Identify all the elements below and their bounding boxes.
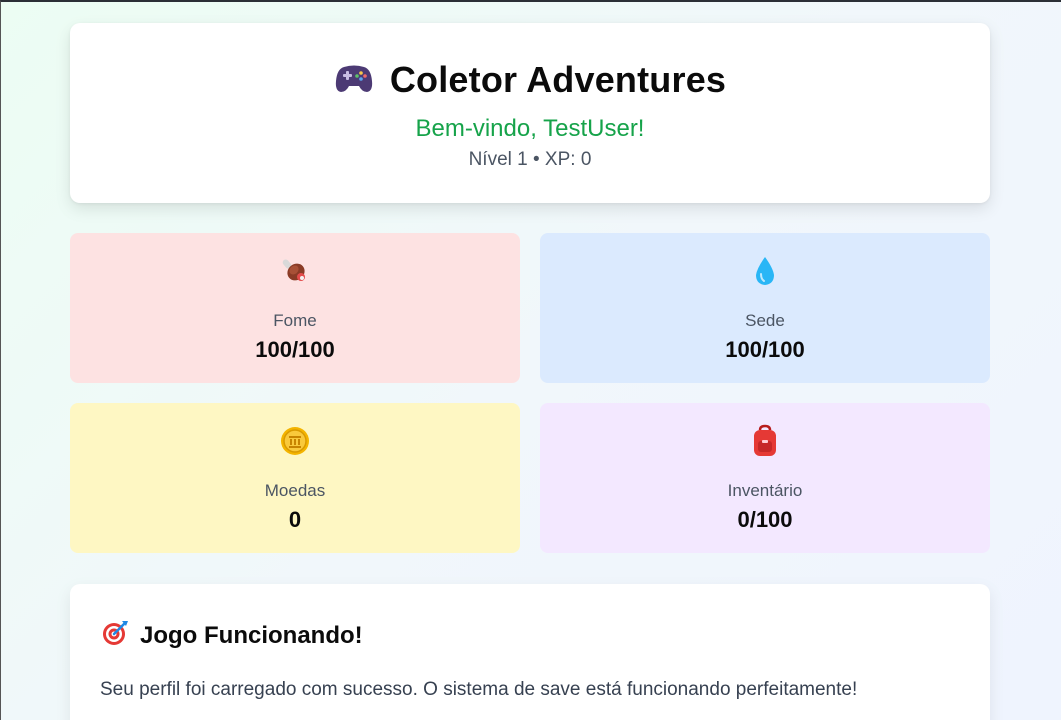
target-icon	[100, 618, 130, 653]
page-title: Coletor Adventures	[389, 59, 727, 100]
header-card: Coletor Adventures Bem-vindo, TestUser! …	[70, 23, 990, 203]
stat-value: 100/100	[725, 337, 805, 362]
stat-value: 0/100	[737, 507, 793, 532]
welcome-text: Bem-vindo, TestUser!	[415, 115, 645, 142]
level-xp-text: Nível 1 • XP: 0	[468, 149, 592, 170]
title-row: Coletor Adventures	[70, 59, 990, 101]
stat-label: Sede	[745, 311, 785, 330]
stat-value: 0	[288, 507, 302, 532]
stats-grid: Fome 100/100 Sede 100/100 Moedas 0 Inven…	[70, 233, 990, 553]
meat-icon	[279, 255, 311, 292]
game-status-card: Jogo Funcionando! Seu perfil foi carrega…	[70, 584, 990, 720]
water-drop-icon	[749, 254, 781, 293]
backpack-icon	[750, 424, 780, 463]
game-title-row: Jogo Funcionando!	[100, 618, 960, 653]
stat-label: Moedas	[264, 481, 326, 500]
stat-card-inventario: Inventário 0/100	[540, 403, 990, 553]
stat-card-sede: Sede 100/100	[540, 233, 990, 383]
main-container: Coletor Adventures Bem-vindo, TestUser! …	[70, 23, 990, 720]
game-status-text: Seu perfil foi carregado com sucesso. O …	[100, 679, 858, 700]
stat-label: Inventário	[727, 481, 803, 500]
stat-card-moedas: Moedas 0	[70, 403, 520, 553]
game-title: Jogo Funcionando!	[140, 621, 363, 649]
coin-icon	[279, 425, 311, 462]
gamepad-icon	[334, 61, 374, 100]
stat-card-fome: Fome 100/100	[70, 233, 520, 383]
stat-value: 100/100	[255, 337, 335, 362]
stat-label: Fome	[273, 311, 317, 330]
